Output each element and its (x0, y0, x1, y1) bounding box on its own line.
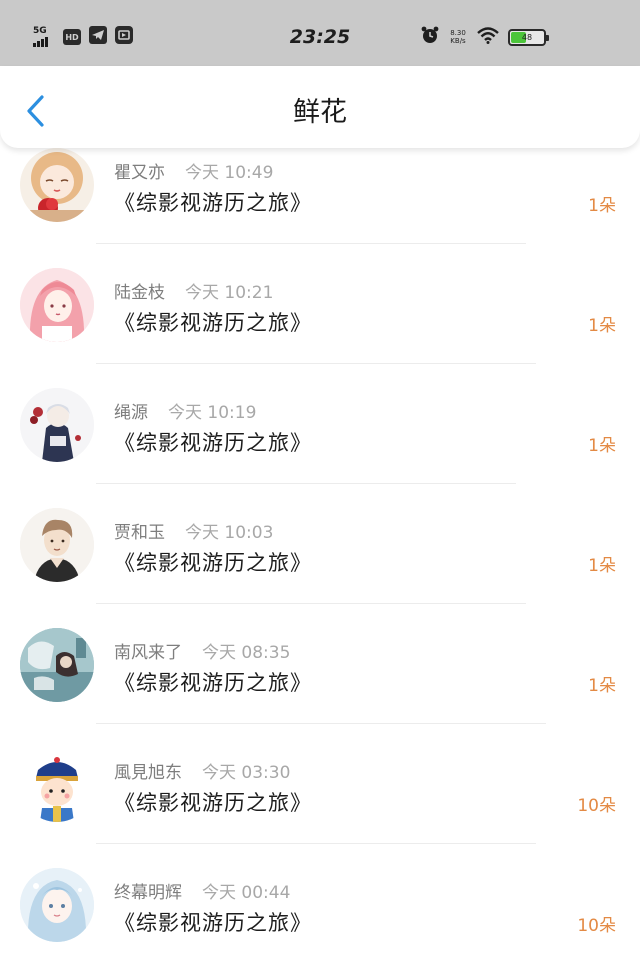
flower-count: 1朵 (588, 196, 616, 216)
sender-line: 绳源 今天 10:19 (114, 398, 256, 423)
list-item[interactable]: 绳源 今天 10:19 《综影视游历之旅》 1朵 (0, 380, 640, 500)
sender-line: 風見旭东 今天 03:30 (114, 758, 290, 783)
send-time: 今天 10:21 (185, 283, 274, 303)
sender-line: 瞿又亦 今天 10:49 (114, 158, 273, 183)
sender-name: 風見旭东 (114, 763, 182, 783)
flower-count: 1朵 (588, 556, 616, 576)
avatar[interactable] (20, 268, 94, 342)
list-item[interactable]: 瞿又亦 今天 10:49 《综影视游历之旅》 1朵 (0, 140, 640, 260)
divider (96, 363, 536, 364)
flower-count: 10朵 (577, 916, 616, 936)
flower-count: 1朵 (588, 436, 616, 456)
divider (96, 843, 536, 844)
sender-line: 贾和玉 今天 10:03 (114, 518, 273, 543)
book-title: 《综影视游历之旅》 (114, 671, 312, 695)
list-item[interactable]: 風見旭东 今天 03:30 《综影视游历之旅》 10朵 (0, 740, 640, 860)
book-title: 《综影视游历之旅》 (114, 911, 312, 935)
send-time: 今天 10:49 (185, 163, 274, 183)
network-speed: 8.30 KB/s (450, 29, 466, 45)
status-right-icons: 8.30 KB/s 48 (420, 24, 549, 50)
list-item[interactable]: 贾和玉 今天 10:03 《综影视游历之旅》 1朵 (0, 500, 640, 620)
flower-list: 瞿又亦 今天 10:49 《综影视游历之旅》 1朵 陆金枝 今天 10:21 《综影… (0, 140, 640, 980)
page-title: 鲜花 (293, 97, 347, 128)
list-item[interactable]: 南风来了 今天 08:35 《综影视游历之旅》 1朵 (0, 620, 640, 740)
send-time: 今天 10:19 (168, 403, 257, 423)
avatar[interactable] (20, 868, 94, 942)
sender-name: 南风来了 (114, 643, 182, 663)
divider (96, 603, 526, 604)
send-time: 今天 03:30 (202, 763, 291, 783)
send-time: 今天 08:35 (202, 643, 291, 663)
list-item[interactable]: 陆金枝 今天 10:21 《综影视游历之旅》 1朵 (0, 260, 640, 380)
book-title: 《综影视游历之旅》 (114, 191, 312, 215)
send-time: 今天 00:44 (202, 883, 291, 903)
sender-name: 陆金枝 (114, 283, 165, 303)
sender-line: 陆金枝 今天 10:21 (114, 278, 273, 303)
sender-name: 瞿又亦 (114, 163, 165, 183)
divider (96, 243, 526, 244)
book-title: 《综影视游历之旅》 (114, 791, 312, 815)
wifi-icon (476, 26, 500, 48)
divider (96, 723, 546, 724)
divider (96, 483, 516, 484)
sender-line: 南风来了 今天 08:35 (114, 638, 290, 663)
status-bar: 5G HD 23:25 8.30 KB/s 48 (0, 0, 640, 66)
flower-count: 1朵 (588, 676, 616, 696)
sender-line: 终幕明辉 今天 00:44 (114, 878, 290, 903)
alarm-icon (420, 25, 440, 49)
avatar[interactable] (20, 628, 94, 702)
avatar[interactable] (20, 748, 94, 822)
book-title: 《综影视游历之旅》 (114, 551, 312, 575)
book-title: 《综影视游历之旅》 (114, 431, 312, 455)
flower-count: 10朵 (577, 796, 616, 816)
sender-name: 贾和玉 (114, 523, 165, 543)
flower-count: 1朵 (588, 316, 616, 336)
list-item[interactable]: 终幕明辉 今天 00:44 《综影视游历之旅》 10朵 (0, 860, 640, 980)
avatar[interactable] (20, 388, 94, 462)
avatar[interactable] (20, 508, 94, 582)
sender-name: 绳源 (114, 403, 148, 423)
sender-name: 终幕明辉 (114, 883, 182, 903)
app-header: 鲜花 (0, 66, 640, 148)
send-time: 今天 10:03 (185, 523, 274, 543)
avatar[interactable] (20, 148, 94, 222)
battery-icon: 48 (508, 28, 549, 46)
book-title: 《综影视游历之旅》 (114, 311, 312, 335)
